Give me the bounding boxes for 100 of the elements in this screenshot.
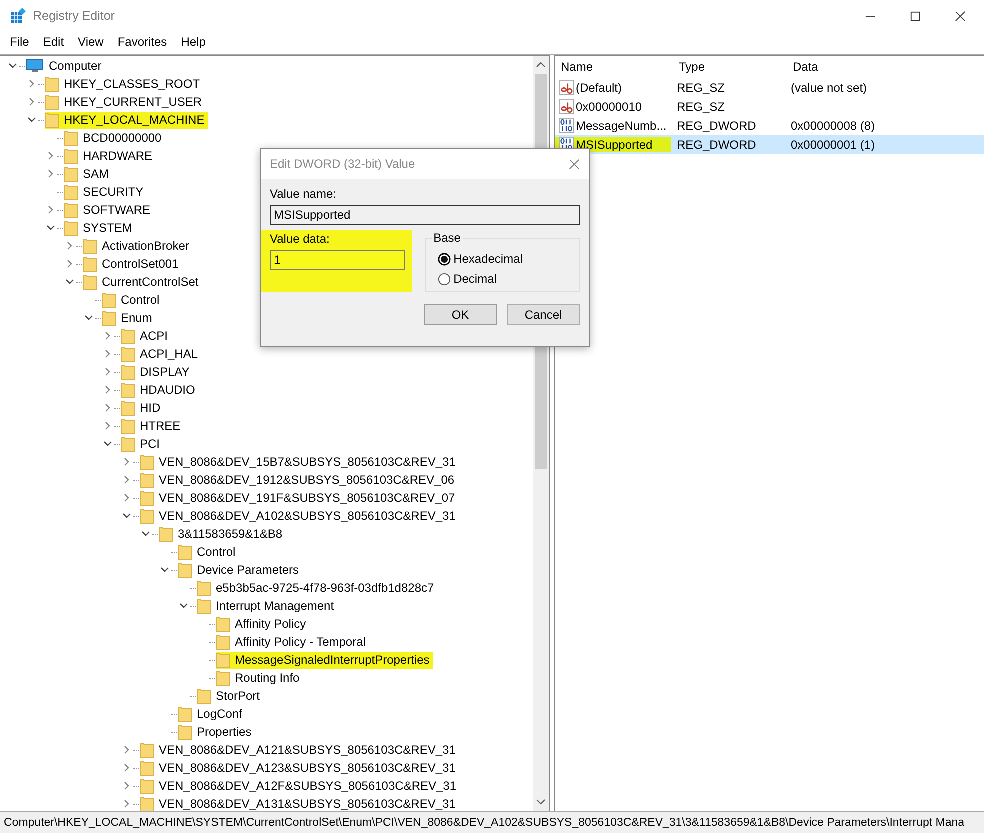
tree-item[interactable]: VEN_8086&DEV_15B7&SUBSYS_8056103C&REV_31 [140,454,459,470]
tree-item[interactable]: StorPort [197,688,264,704]
tree-item[interactable]: VEN_8086&DEV_A12F&SUBSYS_8056103C&REV_31 [140,778,460,794]
column-header[interactable]: Data [787,60,973,74]
tree-item[interactable]: e5b3b5ac-9725-4f78-963f-03dfb1d828c7 [197,580,438,596]
tree-item[interactable]: Interrupt Management [197,598,338,614]
tree-item[interactable]: VEN_8086&DEV_191F&SUBSYS_8056103C&REV_07 [140,490,458,506]
menu-item[interactable]: View [78,35,104,49]
collapse-chevron-icon[interactable] [8,61,18,71]
collapse-chevron-icon[interactable] [160,565,170,575]
tree-item[interactable]: VEN_8086&DEV_1912&SUBSYS_8056103C&REV_06 [140,472,458,488]
expand-chevron-icon[interactable] [122,745,132,755]
tree-item[interactable]: SOFTWARE [64,202,154,218]
tree-item[interactable]: HKEY_CLASSES_ROOT [45,76,204,92]
table-cell-text: REG_SZ [676,100,726,114]
collapse-chevron-icon[interactable] [103,439,113,449]
collapse-chevron-icon[interactable] [27,115,37,125]
close-icon[interactable] [955,10,966,22]
tree-item[interactable]: VEN_8086&DEV_A121&SUBSYS_8056103C&REV_31 [140,742,459,758]
tree-item[interactable]: Control [102,292,163,308]
tree-item[interactable]: CurrentControlSet [83,274,202,290]
tree-item[interactable]: ACPI_HAL [121,346,202,362]
expand-chevron-icon[interactable] [46,169,56,179]
expand-chevron-icon[interactable] [103,403,113,413]
tree-item[interactable]: ActivationBroker [83,238,192,254]
menu-item[interactable]: Edit [43,35,64,49]
tree-item[interactable]: HARDWARE [64,148,156,164]
folder-icon [121,328,135,344]
expand-chevron-icon[interactable] [46,205,56,215]
expand-chevron-icon[interactable] [103,421,113,431]
expand-chevron-icon[interactable] [103,331,113,341]
tree-item[interactable]: VEN_8086&DEV_A102&SUBSYS_8056103C&REV_31 [140,508,459,524]
tree-item[interactable]: VEN_8086&DEV_A131&SUBSYS_8056103C&REV_31 [140,796,459,811]
expand-chevron-icon[interactable] [65,241,75,251]
column-header[interactable]: Type [673,60,787,74]
collapse-chevron-icon[interactable] [122,511,132,521]
tree-item[interactable]: VEN_8086&DEV_A123&SUBSYS_8056103C&REV_31 [140,760,459,776]
scroll-up-icon[interactable] [536,62,546,68]
tree-item[interactable]: ACPI [121,328,172,344]
radio-option[interactable]: Hexadecimal [438,249,579,269]
expand-chevron-icon[interactable] [122,475,132,485]
value-data-field[interactable]: 1 [270,250,405,270]
tree-item[interactable]: DISPLAY [121,364,193,380]
tree-item[interactable]: SECURITY [64,184,147,200]
tree-item[interactable]: HKEY_CURRENT_USER [45,94,206,110]
expand-chevron-icon[interactable] [65,259,75,269]
tree-item[interactable]: Affinity Policy - Temporal [216,634,369,650]
tree-item[interactable]: HDAUDIO [121,382,198,398]
ok-button[interactable]: OK [424,304,497,325]
menu-item[interactable]: Favorites [118,35,168,49]
tree-item[interactable]: SAM [64,166,112,182]
collapse-chevron-icon[interactable] [141,529,151,539]
column-header[interactable]: Name [555,60,673,74]
table-cell-text: 0x00000001 (1) [790,138,876,152]
collapse-chevron-icon[interactable] [65,277,75,287]
value-row[interactable]: MessageNumb... REG_DWORD 0x00000008 (8) [555,116,984,135]
menu-item[interactable]: Help [181,35,206,49]
value-row[interactable]: MSISupported REG_DWORD 0x00000001 (1) [555,135,984,154]
tree-item[interactable]: Routing Info [216,670,303,686]
value-name-field[interactable]: MSISupported [270,205,580,225]
expand-chevron-icon[interactable] [27,97,37,107]
tree-item[interactable]: SYSTEM [64,220,136,236]
tree-item[interactable]: Computer [26,58,105,74]
expand-chevron-icon[interactable] [103,385,113,395]
folder-icon [159,526,173,542]
expand-chevron-icon[interactable] [103,367,113,377]
cancel-button[interactable]: Cancel [507,304,580,325]
collapse-chevron-icon[interactable] [46,223,56,233]
collapse-chevron-icon[interactable] [179,601,189,611]
scroll-down-icon[interactable] [536,799,546,805]
tree-item[interactable]: 3&11583659&1&B8 [159,526,286,542]
expand-chevron-icon[interactable] [27,79,37,89]
expand-chevron-icon[interactable] [122,493,132,503]
collapse-chevron-icon[interactable] [84,313,94,323]
value-row[interactable]: 0x00000010 REG_SZ [555,97,984,116]
maximize-icon[interactable] [910,10,921,22]
tree-item[interactable]: HID [121,400,164,416]
expand-chevron-icon[interactable] [122,457,132,467]
tree-item[interactable]: ControlSet001 [83,256,182,272]
tree-item[interactable]: MessageSignaledInterruptProperties [216,652,433,668]
expand-chevron-icon[interactable] [122,799,132,809]
tree-item[interactable]: HKEY_LOCAL_MACHINE [45,112,208,128]
radio-option[interactable]: Decimal [438,269,579,289]
expand-chevron-icon[interactable] [103,349,113,359]
menu-item[interactable]: File [10,35,30,49]
folder-icon [140,778,154,794]
tree-item[interactable]: Properties [178,724,255,740]
expand-chevron-icon[interactable] [122,781,132,791]
value-row[interactable]: (Default) REG_SZ (value not set) [555,78,984,97]
tree-item[interactable]: LogConf [178,706,246,722]
tree-item[interactable]: Affinity Policy [216,616,310,632]
tree-item[interactable]: Device Parameters [178,562,302,578]
tree-item[interactable]: HTREE [121,418,184,434]
folder-icon [64,166,78,182]
tree-item[interactable]: PCI [121,436,164,452]
tree-item[interactable]: BCD00000000 [64,130,165,146]
expand-chevron-icon[interactable] [122,763,132,773]
tree-item[interactable]: Enum [102,310,156,326]
expand-chevron-icon[interactable] [46,151,56,161]
tree-item[interactable]: Control [178,544,239,560]
